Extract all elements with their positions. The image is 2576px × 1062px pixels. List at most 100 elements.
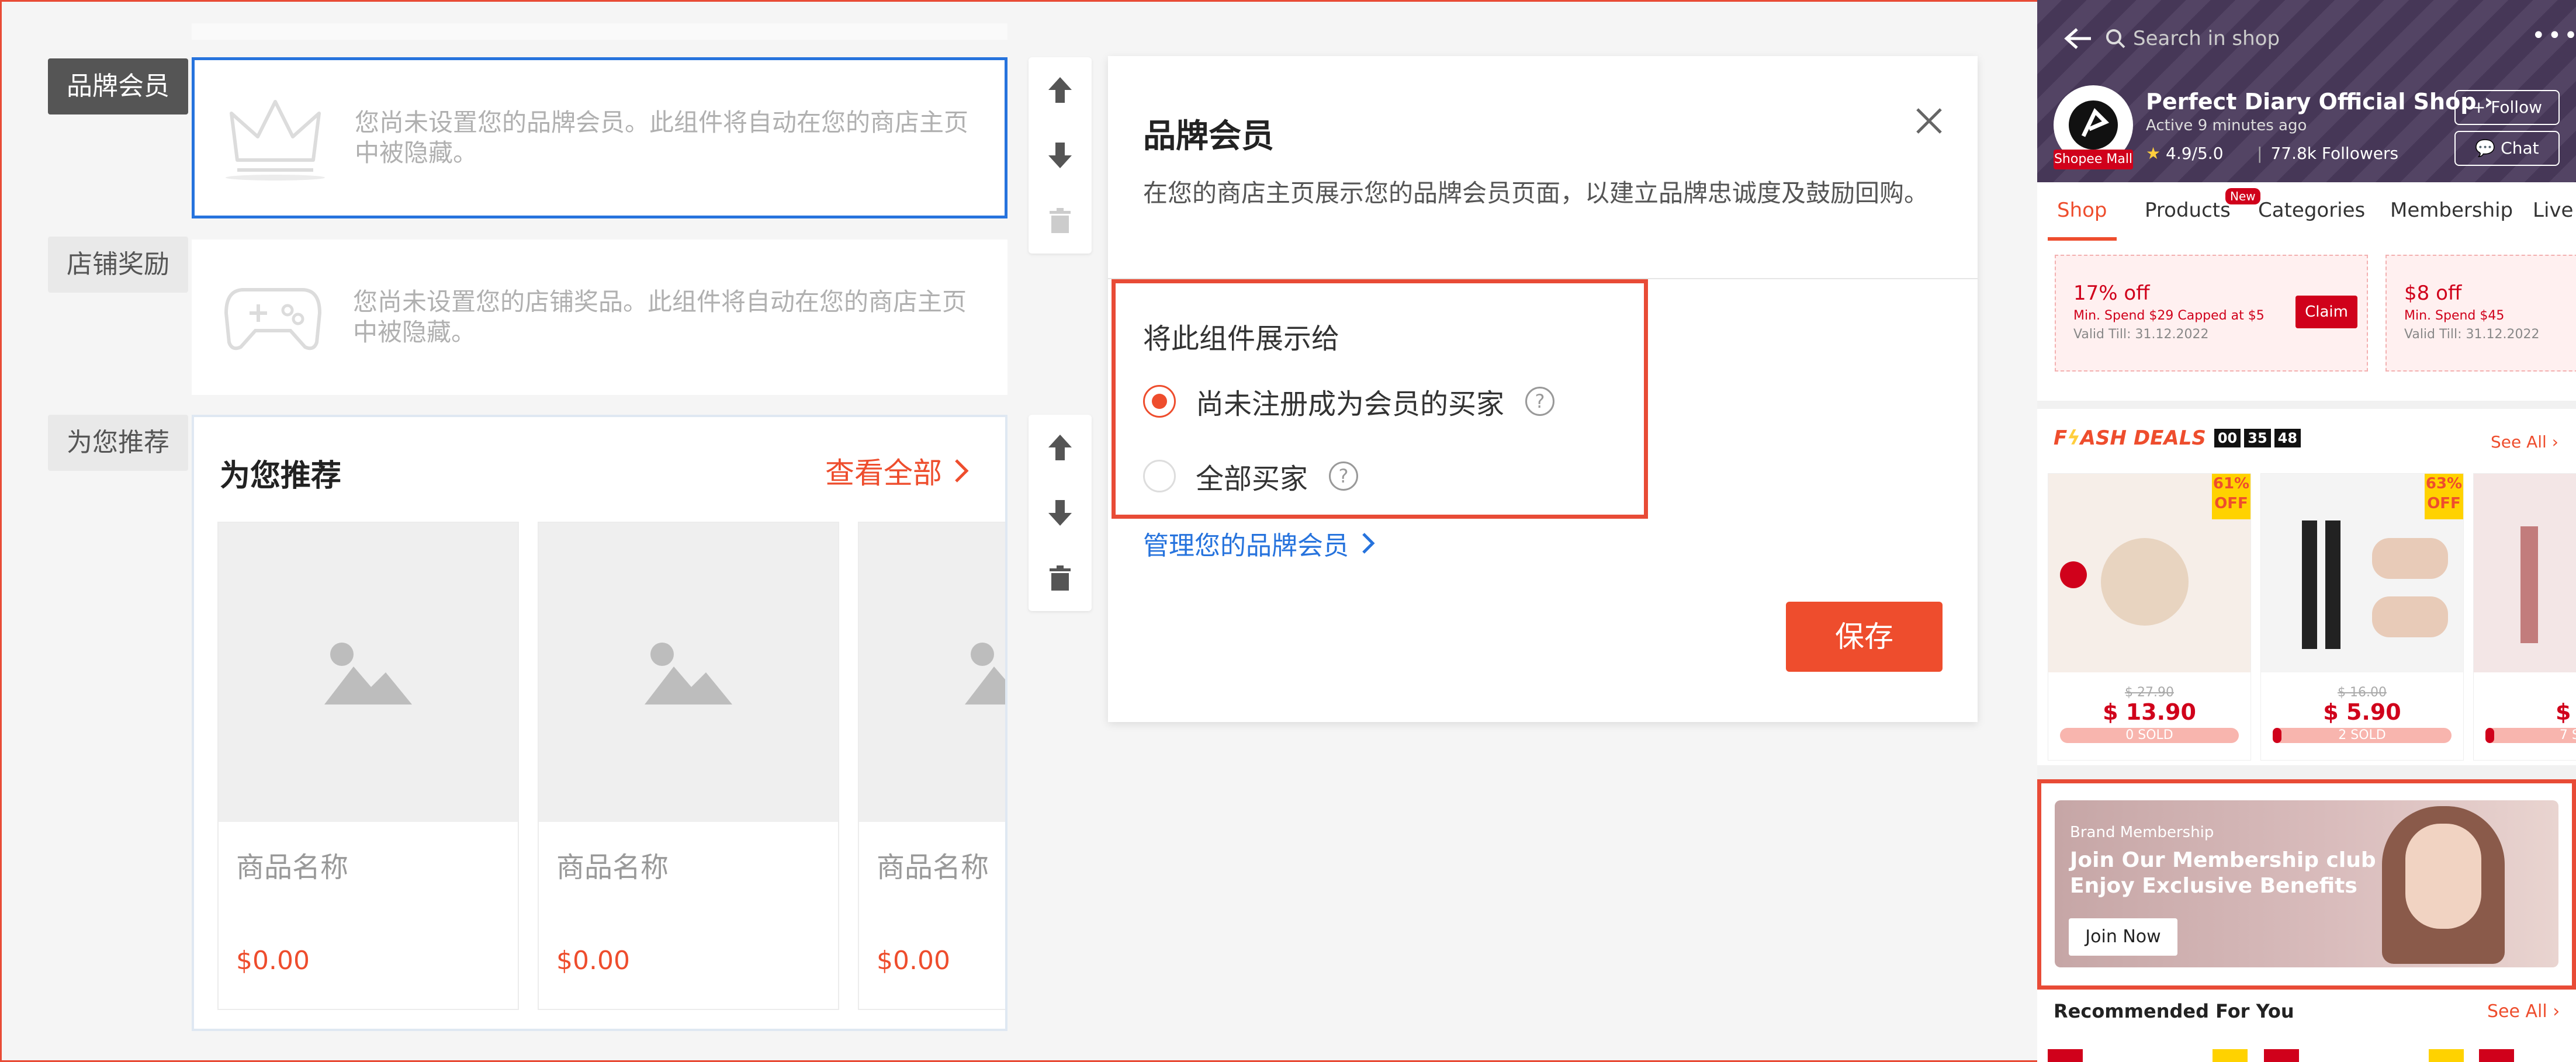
voucher-validity: Valid Till: 31.12.2022 — [2073, 327, 2209, 342]
move-down-button[interactable] — [1029, 480, 1092, 546]
rating-value: 4.9/5.0 — [2166, 144, 2224, 163]
flash-deal-card[interactable]: 61% OFF $ 27.90 $ 13.90 0 SOLD — [2048, 473, 2251, 761]
product-thumb — [2429, 1049, 2464, 1062]
chat-button[interactable]: 💬 Chat — [2454, 131, 2560, 166]
product-strip: 商品名称 $0.00 商品名称 $0.00 商品名称 $0.00 — [194, 417, 1005, 1029]
product-thumb — [2479, 1049, 2514, 1062]
help-icon[interactable]: ? — [1329, 461, 1359, 491]
shopee-mall-badge: Shopee Mall — [2054, 150, 2133, 169]
discount-off: OFF — [2427, 495, 2461, 512]
radio-option-all-buyers[interactable]: 全部买家 ? — [1143, 456, 1359, 497]
rec-see-all-label: See All — [2487, 1001, 2547, 1022]
store-rewards-card[interactable]: 您尚未设置您的店铺奖品。此组件将自动在您的商店主页中被隐藏。 — [192, 240, 1007, 395]
arrow-down-icon — [1048, 500, 1072, 526]
sold-count: 7 SO — [2559, 728, 2576, 742]
sold-progress-fill — [2273, 728, 2282, 743]
discount-percent: 61% — [2213, 475, 2250, 492]
discount-percent: 63% — [2425, 475, 2463, 492]
new-badge: New — [2225, 188, 2260, 204]
delete-button[interactable] — [1029, 546, 1092, 611]
radio-button[interactable] — [1143, 460, 1176, 492]
radio-option-label: 尚未注册成为会员的买家 — [1196, 388, 1505, 421]
show-to-label: 将此组件展示给 — [1143, 322, 1340, 355]
follow-button[interactable]: + Follow — [2454, 90, 2560, 125]
delete-button[interactable] — [1029, 188, 1092, 254]
claim-button[interactable]: Claim — [2295, 296, 2357, 328]
voucher-validity: Valid Till: 31.12.2022 — [2404, 327, 2540, 342]
product-price: $0.00 — [236, 946, 310, 976]
product-card[interactable]: 商品名称 $0.00 — [217, 522, 519, 1010]
recommended-for-you-title: Recommended For You — [2054, 1000, 2294, 1022]
product-name: 商品名称 — [556, 851, 669, 884]
help-icon[interactable]: ? — [1525, 387, 1555, 416]
panel-description: 在您的商店主页展示您的品牌会员页面，以建立品牌忠诚度及鼓励回购。 — [1143, 179, 1929, 207]
sold-count: 0 SOLD — [2125, 728, 2173, 742]
move-up-button[interactable] — [1029, 57, 1092, 123]
tab-categories[interactable]: Categories — [2258, 199, 2365, 222]
move-up-button[interactable] — [1029, 415, 1092, 480]
flash-title-f: F — [2054, 426, 2068, 450]
voucher-card[interactable]: 17% off Min. Spend $29 Capped at $5 Vali… — [2055, 255, 2368, 372]
back-arrow-icon[interactable] — [2064, 27, 2092, 50]
voucher-card[interactable]: $8 off Min. Spend $45 Valid Till: 31.12.… — [2385, 255, 2576, 372]
trash-icon — [1050, 208, 1071, 233]
product-card[interactable]: 商品名称 $0.00 — [538, 522, 839, 1010]
tab-products[interactable]: Products — [2145, 199, 2231, 222]
product-thumb — [2048, 1049, 2083, 1062]
label-brand-member[interactable]: 品牌会员 — [48, 58, 188, 114]
shop-name[interactable]: Perfect Diary Official Shop › — [2146, 89, 2493, 114]
chevron-right-icon — [1362, 533, 1375, 554]
radio-option-non-members[interactable]: 尚未注册成为会员的买家 ? — [1143, 381, 1555, 422]
original-price: $ 27.90 — [2125, 685, 2174, 700]
deal-price: $ 5 — [2555, 699, 2576, 725]
brand-member-settings-panel: 品牌会员 在您的商店主页展示您的品牌会员页面，以建立品牌忠诚度及鼓励回购。 将此… — [1108, 56, 1978, 722]
search-placeholder: Search in shop — [2133, 27, 2280, 50]
followers-value: 77.8k Followers — [2270, 144, 2399, 163]
trash-icon — [1050, 565, 1071, 591]
flash-deal-card[interactable]: 63% OFF $ 16.00 $ 5.90 2 SOLD — [2260, 473, 2464, 761]
tab-live[interactable]: Live — [2533, 199, 2573, 222]
move-down-button[interactable] — [1029, 123, 1092, 188]
radio-button-selected[interactable] — [1143, 385, 1176, 418]
eyeliner-product — [2325, 520, 2340, 649]
search-icon — [2106, 29, 2125, 48]
shop-search-input[interactable]: Search in shop — [2105, 20, 2479, 57]
flash-see-all-link[interactable]: See All › — [2491, 432, 2558, 452]
more-options-icon[interactable]: ••• — [2532, 22, 2576, 49]
flash-see-all-label: See All — [2491, 432, 2547, 452]
product-price: $0.00 — [877, 946, 950, 976]
gamepad-icon — [223, 278, 323, 356]
tab-shop[interactable]: Shop — [2057, 199, 2107, 222]
brand-toolbar — [1029, 57, 1092, 254]
brand-member-card[interactable]: 您尚未设置您的品牌会员。此组件将自动在您的商店主页中被隐藏。 — [192, 57, 1007, 218]
timer-minutes: 35 — [2244, 429, 2271, 447]
eye-swatch — [2372, 596, 2448, 637]
tab-membership[interactable]: Membership — [2390, 199, 2513, 222]
timer-seconds: 48 — [2274, 429, 2301, 447]
manage-link-label: 管理您的品牌会员 — [1143, 531, 1349, 561]
chat-label: Chat — [2501, 138, 2539, 158]
label-store-rewards[interactable]: 店铺奖励 — [48, 237, 188, 293]
shop-followers: | 77.8k Followers — [2257, 144, 2399, 163]
close-button[interactable] — [1914, 106, 1944, 138]
voucher-condition: Min. Spend $29 Capped at $5 — [2073, 308, 2265, 323]
flash-deal-card[interactable]: $ 5 7 SO — [2473, 473, 2576, 761]
product-name: 商品名称 — [236, 851, 349, 884]
product-image — [2474, 474, 2576, 672]
eyeliner-product — [2302, 520, 2317, 649]
manage-brand-member-link[interactable]: 管理您的品牌会员 — [1143, 525, 1376, 562]
shop-active-status: Active 9 minutes ago — [2146, 117, 2307, 134]
flash-title-ash: ASH — [2080, 426, 2127, 450]
sold-count: 2 SOLD — [2338, 728, 2386, 742]
product-card[interactable]: 商品名称 $0.00 — [858, 522, 1005, 1010]
image-placeholder-icon — [539, 523, 838, 822]
label-recommended[interactable]: 为您推荐 — [48, 415, 188, 471]
sold-progress-bar: 0 SOLD — [2060, 728, 2239, 743]
product-price: $0.00 — [556, 946, 630, 976]
save-button[interactable]: 保存 — [1786, 602, 1943, 672]
deal-price: $ 5.90 — [2323, 699, 2401, 725]
recommended-see-all-link[interactable]: See All › — [2487, 1001, 2560, 1022]
star-icon: ★ — [2146, 144, 2161, 163]
shop-tabs: Shop Products New Categories Membership … — [2037, 182, 2576, 244]
timer-hours: 00 — [2214, 429, 2241, 447]
